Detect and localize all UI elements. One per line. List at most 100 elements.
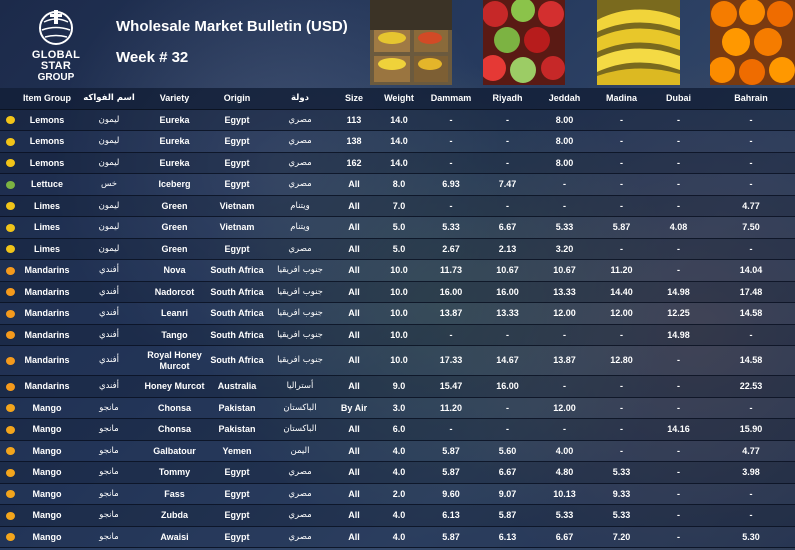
table-cell: Mandarins [18, 375, 76, 398]
table-cell: Egypt [207, 238, 267, 260]
column-header: Riyadh [479, 88, 536, 110]
table-row: Mandarins أفندي Royal Honey Murcot South Af… [0, 345, 795, 376]
table-cell: جنوب افريقيا [267, 281, 333, 303]
lemon-icon [5, 137, 15, 146]
table-cell: 14.0 [375, 130, 423, 153]
table-cell: - [479, 195, 536, 217]
table-cell: 10.0 [375, 345, 423, 376]
lime-icon [5, 245, 15, 254]
table-cell: Green [142, 238, 207, 260]
table-cell: All [333, 238, 375, 260]
table-cell: 5.33 [536, 216, 593, 239]
table-cell: ويتنام [267, 195, 333, 217]
row-icon-cell [0, 397, 18, 419]
table-cell: All [333, 418, 375, 441]
table-cell: All [333, 195, 375, 217]
table-cell: 4.0 [375, 440, 423, 462]
mango-icon [5, 490, 15, 499]
table-cell: 14.04 [707, 259, 795, 282]
table-cell: Nadorcot [142, 281, 207, 303]
table-cell: 5.0 [375, 238, 423, 260]
table-cell: مصري [267, 504, 333, 527]
table-cell: Mango [18, 483, 76, 505]
lettuce-icon [5, 180, 15, 189]
mango-icon [5, 425, 15, 434]
mandarin-icon [5, 309, 15, 318]
table-cell: 12.00 [536, 397, 593, 419]
table-cell: All [333, 173, 375, 196]
table-cell: 12.80 [593, 345, 650, 376]
table-cell: خس [76, 173, 142, 196]
table-cell: 5.33 [593, 461, 650, 484]
table-cell: Mandarins [18, 281, 76, 303]
table-cell: Chonsa [142, 397, 207, 419]
table-cell: South Africa [207, 259, 267, 282]
table-cell: Yemen [207, 440, 267, 462]
apples-photo [483, 0, 565, 85]
table-cell: Lettuce [18, 173, 76, 196]
table-cell: - [707, 152, 795, 174]
table-cell: - [479, 109, 536, 131]
table-cell: - [423, 130, 479, 153]
row-icon-cell [0, 259, 18, 282]
table-cell: 14.67 [479, 345, 536, 376]
table-cell: - [479, 418, 536, 441]
table-cell: 8.0 [375, 173, 423, 196]
table-cell: أفندي [76, 302, 142, 325]
table-cell: - [650, 259, 707, 282]
table-cell: 10.0 [375, 324, 423, 346]
table-cell: Egypt [207, 173, 267, 196]
table-cell: Galbatour [142, 440, 207, 462]
logo-text: GLOBAL STAR [31, 49, 81, 72]
column-header: اسم الفواكه [76, 88, 142, 110]
table-cell: 3.0 [375, 397, 423, 419]
table-cell: - [650, 375, 707, 398]
table-cell: South Africa [207, 324, 267, 346]
table-row: Lemons ليمون Eureka Egypt مصري 138 14.0- -8.00-… [0, 130, 795, 153]
table-cell: - [593, 109, 650, 131]
table-cell: - [707, 238, 795, 260]
table-cell: - [593, 440, 650, 462]
table-cell: 5.30 [707, 526, 795, 548]
table-row: Mandarins أفندي Tango South Africa جنوب افري… [0, 324, 795, 346]
table-cell: 4.0 [375, 461, 423, 484]
table-cell: جنوب افريقيا [267, 302, 333, 325]
table-cell: 6.67 [536, 526, 593, 548]
table-cell: - [650, 238, 707, 260]
table-cell: 4.08 [650, 216, 707, 239]
table-cell: 4.0 [375, 504, 423, 527]
table-cell: أفندي [76, 375, 142, 398]
table-cell: All [333, 440, 375, 462]
column-header: Origin [207, 88, 267, 110]
table-cell: اليمن [267, 440, 333, 462]
table-cell: 17.48 [707, 281, 795, 303]
mandarin-icon [5, 382, 15, 391]
table-cell: 13.33 [536, 281, 593, 303]
oranges-photo [710, 0, 795, 85]
lime-icon [5, 223, 15, 232]
table-cell: - [593, 238, 650, 260]
column-header: Item Group [18, 88, 76, 110]
table-cell: Eureka [142, 130, 207, 153]
table-cell: Mango [18, 440, 76, 462]
column-header: Bahrain [707, 88, 795, 110]
table-row: Lettuce خس Iceberg Egypt مصري All 8.0 6.93 7.47-… [0, 173, 795, 196]
table-cell: - [707, 397, 795, 419]
table-cell: 8.00 [536, 152, 593, 174]
table-cell: Awaisi [142, 526, 207, 548]
row-icon-cell [0, 440, 18, 462]
table-row: Mango مانجو Galbatour Yemen اليمن All 4.0 5.87 5… [0, 440, 795, 462]
table-cell: جنوب افريقيا [267, 259, 333, 282]
bananas-photo [597, 0, 680, 85]
table-cell: 14.58 [707, 302, 795, 325]
table-cell: Pakistan [207, 397, 267, 419]
table-cell: - [650, 152, 707, 174]
row-icon-cell [0, 418, 18, 441]
table-cell: ليمون [76, 130, 142, 153]
table-cell: - [536, 418, 593, 441]
table-cell: ويتنام [267, 216, 333, 239]
table-cell: 4.77 [707, 440, 795, 462]
table-cell: 5.87 [423, 526, 479, 548]
table-cell: Vietnam [207, 195, 267, 217]
row-icon-cell [0, 195, 18, 217]
